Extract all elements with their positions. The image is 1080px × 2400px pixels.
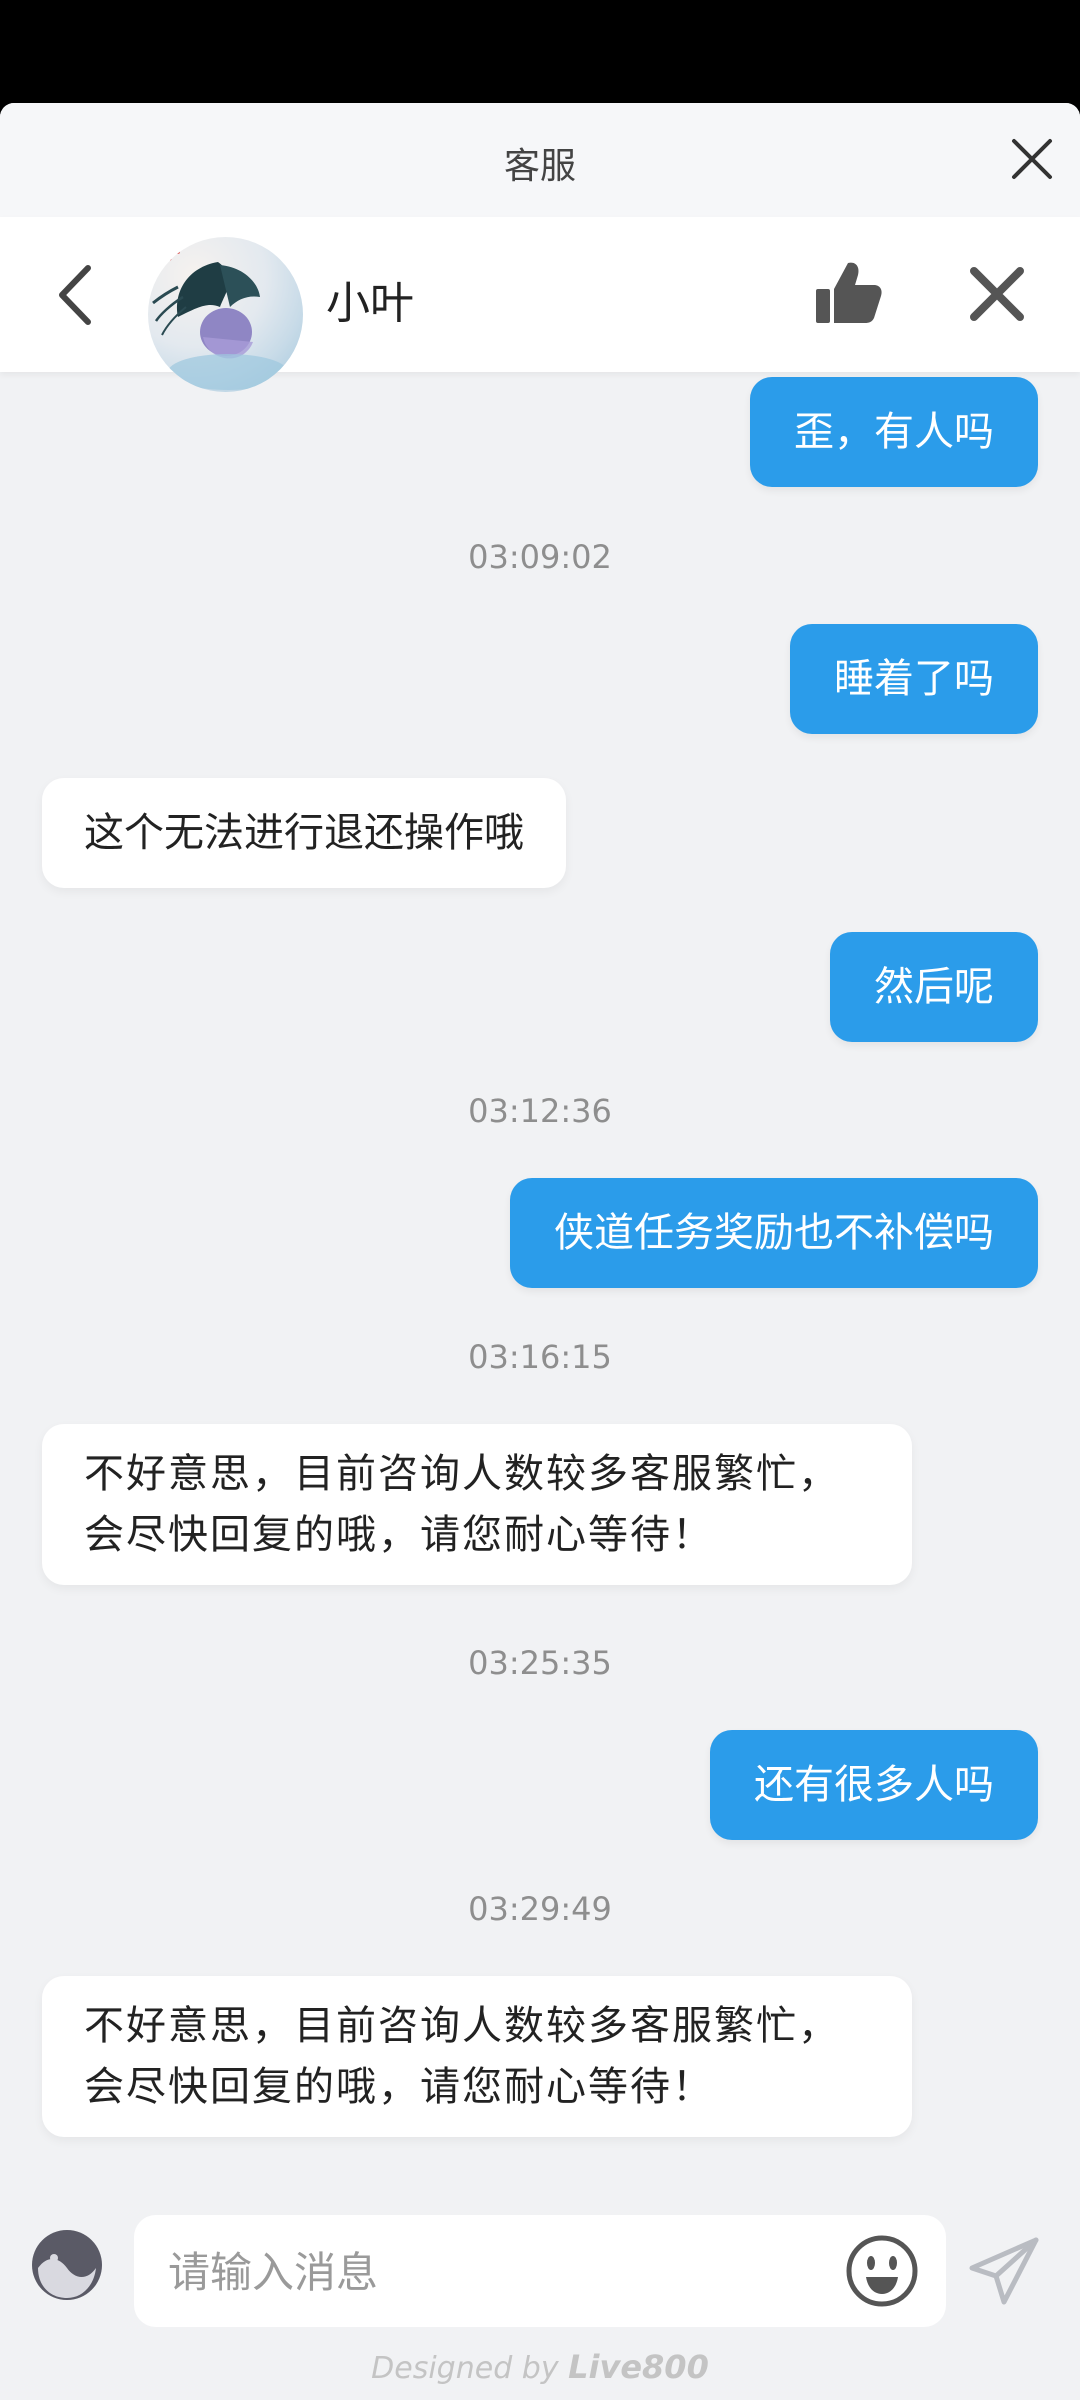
timestamp: 03:09:02	[468, 538, 612, 576]
timestamp: 03:25:35	[468, 1644, 612, 1682]
agent-header: 小叶	[0, 217, 1080, 392]
timestamp: 03:12:36	[468, 1092, 612, 1130]
top-bar: 客服	[0, 103, 1080, 217]
avatar	[148, 237, 303, 392]
outgoing-message: 歪，有人吗	[750, 377, 1038, 487]
emoji-toggle-icon[interactable]	[30, 2228, 104, 2302]
footer-brand: Live800	[568, 2348, 709, 2386]
close-icon[interactable]	[1006, 133, 1058, 185]
send-icon[interactable]	[966, 2234, 1042, 2310]
outgoing-message: 然后呢	[830, 932, 1038, 1042]
incoming-message: 这个无法进行退还操作哦	[42, 778, 566, 888]
incoming-message: 不好意思，目前咨询人数较多客服繁忙，会尽快回复的哦，请您耐心等待！	[42, 1976, 912, 2137]
top-bar-title: 客服	[503, 146, 576, 187]
outgoing-message: 还有很多人吗	[710, 1730, 1038, 1840]
smiley-icon[interactable]	[844, 2233, 920, 2309]
outgoing-message: 侠道任务奖励也不补偿吗	[510, 1178, 1038, 1288]
footer-credit: Designed by Live800	[0, 2348, 1080, 2386]
chat-window: 客服 小叶 歪，有人吗 03:09:02 睡着了吗 这个无法进行退还操作哦 然后…	[0, 103, 1080, 2400]
incoming-message: 不好意思，目前咨询人数较多客服繁忙，会尽快回复的哦，请您耐心等待！	[42, 1424, 912, 1585]
timestamp: 03:29:49	[468, 1890, 612, 1928]
outgoing-message: 睡着了吗	[790, 624, 1038, 734]
end-chat-icon[interactable]	[964, 261, 1030, 327]
agent-name: 小叶	[326, 278, 414, 329]
message-input-box	[134, 2215, 946, 2329]
back-icon[interactable]	[52, 262, 102, 328]
footer-prefix: Designed by	[371, 2351, 569, 2386]
message-input[interactable]	[166, 2215, 810, 2329]
timestamp: 03:16:15	[468, 1338, 612, 1376]
thumbs-up-icon[interactable]	[812, 257, 884, 329]
